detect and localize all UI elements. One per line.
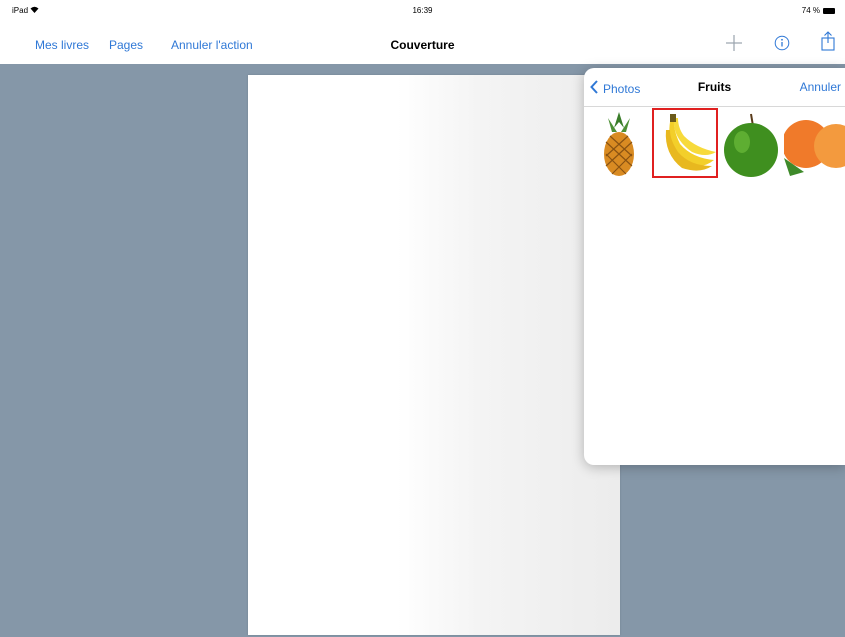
status-right: 74 %: [802, 6, 835, 15]
image-picker-popover: Photos Fruits Annuler: [584, 68, 845, 465]
cancel-button[interactable]: Annuler: [800, 80, 841, 94]
green-apple-thumbnail[interactable]: [718, 108, 784, 178]
share-icon[interactable]: [821, 31, 835, 56]
battery-icon: [823, 7, 835, 14]
add-icon[interactable]: [725, 34, 743, 57]
status-bar: iPad 16:39 74 %: [0, 0, 845, 22]
banana-thumbnail-selected[interactable]: [652, 108, 718, 178]
navigation-bar: Mes livres Pages Annuler l'action Couver…: [0, 22, 845, 64]
pineapple-thumbnail[interactable]: [586, 108, 652, 178]
info-icon[interactable]: [774, 35, 790, 56]
status-time: 16:39: [412, 6, 433, 15]
book-page-canvas[interactable]: [248, 75, 620, 635]
page-title: Couverture: [390, 38, 455, 52]
battery-percent: 74 %: [801, 6, 820, 15]
photo-grid: [584, 108, 845, 180]
popover-header: Photos Fruits Annuler: [584, 68, 845, 107]
oranges-thumbnail[interactable]: [782, 108, 845, 178]
